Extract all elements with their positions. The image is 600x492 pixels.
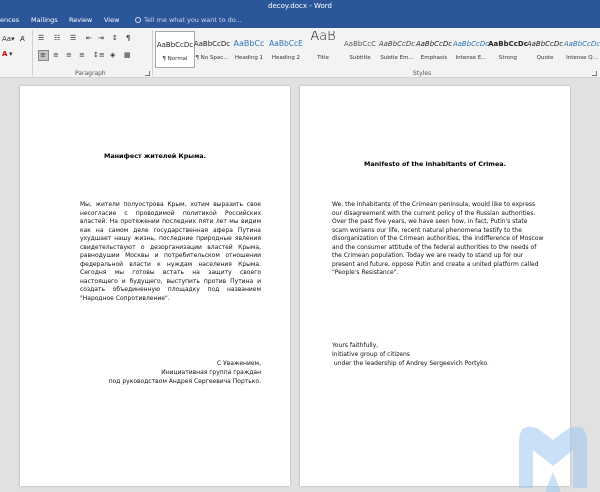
style-name: Subtitle	[349, 55, 371, 61]
style-tile[interactable]: AaBbCcDc Subtle Em...	[377, 31, 417, 68]
line-spacing-icon[interactable]: ↕≡	[93, 51, 105, 60]
style-sample: AaBbCcDc	[526, 40, 564, 48]
style-tile[interactable]: AaBbCcDc Strong	[488, 31, 528, 68]
change-case-button[interactable]: Aa▾	[2, 35, 15, 44]
align-left-icon: ≡	[40, 51, 46, 59]
tab-mailings[interactable]: Mailings	[31, 13, 58, 28]
page-2-signature-line-3: under the leadership of Andrey Sergeevic…	[332, 360, 489, 367]
style-name: Emphasis	[420, 55, 448, 61]
style-sample: AaBbCcC	[344, 40, 376, 48]
numbering-icon[interactable]: ☷	[54, 34, 60, 43]
lightbulb-icon	[135, 17, 141, 23]
dropdown-arrow-icon: ▾	[11, 35, 15, 43]
page-1-signature-line-2: Инициативная группа граждан	[161, 369, 261, 376]
styles-gallery: AaBbCcDc ¶ Normal AaBbCcDc ¶ No Spac... AaBb…	[155, 31, 600, 68]
style-name: Intense Q...	[566, 55, 598, 61]
decrease-indent-icon[interactable]: ⇤	[86, 34, 92, 43]
style-tile[interactable]: AaBbCcDc Quote	[525, 31, 565, 68]
page-1-signature-line-3: под руководством Андрея Сергеевича Порть…	[108, 378, 261, 385]
style-sample: AaBbCcDc	[488, 40, 528, 48]
style-tile[interactable]: AaBbCcDc Intense E...	[451, 31, 491, 68]
styles-dialog-launcher-icon[interactable]	[592, 71, 597, 76]
align-right-icon[interactable]: ≡	[66, 51, 72, 60]
tab-view[interactable]: View	[104, 13, 119, 28]
style-name: Heading 2	[271, 55, 301, 61]
group-separator	[152, 30, 153, 76]
borders-icon[interactable]: ▦	[124, 51, 131, 60]
page-1-body: Мы, жители полуострова Крым, хотим выраз…	[80, 201, 261, 302]
style-tile[interactable]: AaBbCcDc Emphasis	[414, 31, 454, 68]
sort-icon[interactable]: ↕	[112, 34, 118, 43]
show-marks-button[interactable]: ¶	[126, 34, 130, 43]
window-title: decoy.docx - Word	[268, 2, 332, 10]
style-sample: AaBbCcE	[269, 39, 303, 48]
page-1-title: Манифест жителей Крыма.	[103, 152, 207, 160]
group-separator	[32, 30, 33, 76]
page-2-signature-line-1: Yours faithfully,	[332, 342, 379, 349]
tell-me-text: Tell me what you want to do...	[144, 16, 242, 24]
style-sample: AaBbCcDc	[415, 40, 453, 48]
clear-formatting-icon[interactable]: A̸	[20, 35, 25, 44]
style-name: ¶ Normal	[162, 56, 188, 62]
page-2-signature-line-2: Initiative group of citizens	[332, 351, 410, 358]
paragraph-dialog-launcher-icon[interactable]	[145, 71, 150, 76]
style-tile[interactable]: AaBbCcDc ¶ Normal	[155, 31, 195, 68]
page-2-body: We, the inhabitants of the Crimean penin…	[332, 201, 544, 276]
style-name: Title	[317, 55, 329, 61]
page-1[interactable]: Манифест жителей Крыма. Мы, жители полуо…	[20, 86, 290, 486]
style-tile[interactable]: AaB Title	[303, 31, 343, 68]
tab-review[interactable]: Review	[69, 13, 92, 28]
style-tile[interactable]: AaBbCcDc Intense Q...	[562, 31, 600, 68]
style-name: ¶ No Spac...	[195, 55, 229, 61]
style-sample: AaBbCcDc	[452, 40, 490, 48]
style-sample: AaBbCcDc	[156, 41, 194, 49]
style-name: Quote	[536, 55, 554, 61]
style-name: Intense E...	[455, 55, 487, 61]
style-sample: AaBbCcDc	[563, 40, 600, 48]
align-center-icon[interactable]: ≡	[53, 51, 59, 60]
window-title-bar: decoy.docx - Word	[0, 0, 600, 13]
font-color-icon[interactable]: A	[2, 50, 7, 59]
page-2-title: Manifesto of the inhabitants of Crimea.	[363, 160, 507, 168]
malwarebytes-logo-icon	[519, 426, 587, 492]
style-tile[interactable]: AaBbCc Heading 1	[229, 31, 269, 68]
font-color-dropdown-icon[interactable]: ▾	[9, 50, 13, 59]
bullets-icon[interactable]: ☰	[38, 34, 44, 43]
page-1-signature-line-1: С Уважением,	[216, 360, 261, 367]
increase-indent-icon[interactable]: ⇥	[98, 34, 104, 43]
style-tile[interactable]: AaBbCcDc ¶ No Spac...	[192, 31, 232, 68]
style-sample: AaBbCc	[233, 39, 265, 48]
ribbon-tabs: ences Mailings Review View Tell me what …	[0, 13, 600, 28]
style-tile[interactable]: AaBbCcC Subtitle	[340, 31, 380, 68]
change-case-label: Aa	[2, 35, 12, 43]
shading-icon[interactable]: ◈	[110, 51, 115, 60]
tab-references[interactable]: ences	[0, 13, 19, 28]
multilevel-list-icon[interactable]: ☰	[70, 34, 76, 43]
styles-group-label: Styles	[413, 70, 432, 77]
style-sample: AaB	[310, 31, 336, 43]
style-name: Subtle Em...	[380, 55, 414, 61]
justify-icon[interactable]: ≡	[79, 51, 85, 60]
ribbon: Aa▾ A̸ A ▾ ☰ ☷ ☰ ⇤ ⇥ ↕ ¶ ≡ ≡ ≡ ≡ ↕≡ ◈ ▦ …	[0, 28, 600, 78]
style-name: Strong	[498, 55, 518, 61]
style-tile[interactable]: AaBbCcE Heading 2	[266, 31, 306, 68]
tell-me-box[interactable]: Tell me what you want to do...	[135, 13, 242, 28]
style-name: Heading 1	[234, 55, 264, 61]
style-sample: AaBbCcDc	[378, 40, 416, 48]
paragraph-group-label: Paragraph	[75, 70, 106, 77]
style-sample: AaBbCcDc	[193, 40, 231, 48]
